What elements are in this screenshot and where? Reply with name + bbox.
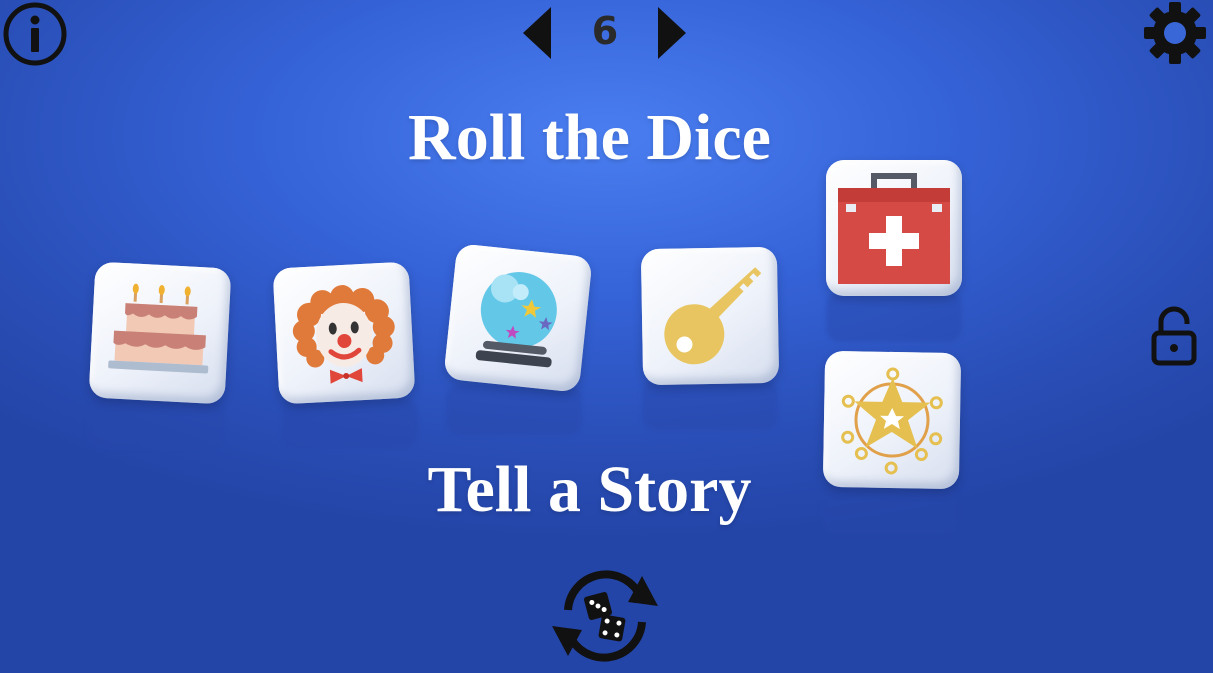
crystal-ball-icon	[475, 272, 557, 368]
key-icon	[664, 267, 762, 365]
title-roll-the-dice: Roll the Dice	[408, 101, 771, 174]
die-shadow	[446, 385, 582, 435]
die-shadow	[822, 485, 958, 535]
die-crystal-ball[interactable]	[443, 243, 593, 393]
previous-count-arrow-icon[interactable]	[521, 5, 553, 61]
dice-count: 6	[591, 9, 619, 53]
die-key[interactable]	[640, 246, 780, 386]
cake-icon	[108, 283, 209, 374]
die-shadow	[88, 398, 224, 448]
reroll-dice-button[interactable]	[546, 570, 664, 662]
die-shadow	[282, 398, 418, 448]
die-first-aid-kit[interactable]	[826, 160, 962, 296]
title-tell-a-story: Tell a Story	[427, 453, 752, 526]
info-icon[interactable]	[3, 2, 67, 66]
sheriff-badge-icon	[841, 367, 943, 475]
next-count-arrow-icon[interactable]	[656, 5, 688, 61]
unlocked-padlock-icon[interactable]	[1150, 305, 1200, 367]
die-shadow	[826, 292, 962, 342]
die-shadow	[642, 380, 778, 430]
clown-icon	[292, 285, 395, 384]
die-sheriff-badge[interactable]	[822, 350, 962, 490]
die-cake[interactable]	[88, 261, 232, 405]
gear-icon[interactable]	[1142, 0, 1208, 66]
reroll-dice-icon	[552, 570, 658, 662]
first-aid-kit-icon	[838, 173, 950, 284]
die-clown[interactable]	[272, 261, 416, 405]
